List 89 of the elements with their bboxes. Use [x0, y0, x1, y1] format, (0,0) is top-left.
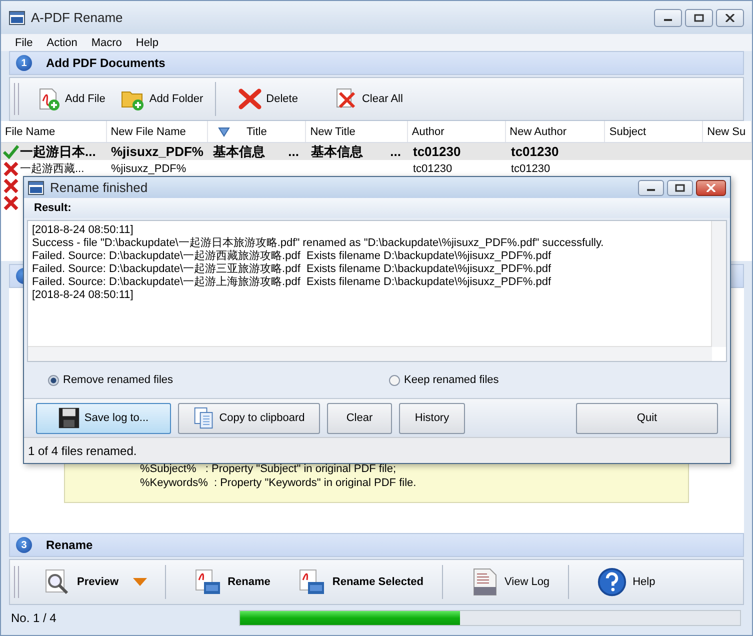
dialog-button[interactable]: Clear	[327, 402, 392, 434]
pdf-rename-icon	[194, 568, 222, 596]
dialog-button[interactable]: Quit	[576, 402, 718, 434]
help-icon	[596, 567, 627, 597]
ellipsis-text: ...	[390, 144, 401, 159]
toolbar-button[interactable]: Help	[582, 565, 670, 599]
maximize-button[interactable]	[685, 8, 713, 26]
table-cell: tc01230	[511, 162, 550, 174]
log-line: Failed. Source: D:\backupdate\一起游西藏旅游攻略.pdf Exists filename D:\backupdate\%jisuxz_PDF%.pdf	[32, 250, 552, 263]
radio-button[interactable]	[48, 374, 59, 386]
status-text: No. 1 / 4	[11, 611, 58, 625]
column-header[interactable]: Title	[208, 121, 306, 142]
horizontal-scrollbar[interactable]	[28, 346, 712, 361]
toolbar-button[interactable]: Rename Selected	[284, 565, 438, 599]
close-button[interactable]	[716, 8, 744, 26]
dialog-title: Rename finished	[50, 180, 148, 195]
delete-icon	[238, 87, 262, 111]
section-title: Add PDF Documents	[46, 56, 166, 70]
log-line: Success - file "D:\backupdate\一起游日本旅游攻略.pdf" renamed as "D:\backupdate\%jisuxz_PDF%.pdf" successfully.	[32, 237, 604, 250]
toolbar-button[interactable]: Add File	[29, 82, 114, 116]
table-cell: tc01230	[413, 144, 461, 159]
dropdown-arrow-icon	[132, 577, 147, 587]
log-line: Failed. Source: D:\backupdate\一起游三亚旅游攻略.pdf Exists filename D:\backupdate\%jisuxz_PDF%.pdf	[32, 263, 552, 276]
radio-option[interactable]: Remove renamed files	[48, 374, 389, 386]
column-header[interactable]: Subject	[605, 121, 704, 142]
table-cell: %jisuxz_PDF%	[111, 144, 204, 159]
dialog-button[interactable]: Copy to clipboard	[178, 402, 320, 434]
note-text: %Keywords% : Property "Keywords" in original PDF file.	[140, 476, 418, 490]
toolbar-button[interactable]: View Log	[456, 565, 564, 599]
pdf-add-icon	[37, 87, 61, 111]
column-header[interactable]: New Title	[306, 121, 408, 142]
radio-button[interactable]	[389, 374, 400, 386]
toolbar-button[interactable]: Preview	[29, 565, 161, 599]
error-cross-icon	[3, 162, 19, 176]
result-label: Result:	[24, 198, 730, 218]
ellipsis-text: ...	[288, 144, 299, 159]
clear-icon	[334, 87, 358, 111]
log-line: [2018-8-24 08:50:11]	[32, 289, 134, 302]
dialog-button[interactable]: Save log to...	[36, 402, 171, 434]
magnifier-icon	[43, 568, 71, 596]
vertical-scrollbar[interactable]	[711, 221, 726, 347]
sort-arrow-icon	[218, 126, 230, 136]
log-line: [2018-8-24 08:50:11]	[32, 224, 134, 237]
maximize-button[interactable]	[667, 180, 693, 196]
log-line: Failed. Source: D:\backupdate\一起游上海旅游攻略.pdf Exists filename D:\backupdate\%jisuxz_PDF%.pdf	[32, 276, 552, 289]
step-number: 3	[16, 537, 32, 553]
column-header[interactable]: New Author	[506, 121, 606, 142]
column-header[interactable]: File Name	[1, 121, 107, 142]
log-area[interactable]	[27, 220, 727, 362]
toolbar-button[interactable]: Rename	[180, 565, 284, 599]
window-title: A-PDF Rename	[31, 10, 123, 25]
copy-icon	[193, 407, 216, 429]
step-number: 1	[16, 55, 32, 71]
radio-option[interactable]: Keep renamed files	[389, 374, 730, 386]
app-icon	[9, 10, 25, 24]
error-cross-icon	[3, 178, 19, 192]
pdf-rename-icon	[298, 568, 326, 596]
menu-item[interactable]: Help	[136, 36, 158, 48]
minimize-button[interactable]	[654, 8, 682, 26]
log-file-icon	[470, 568, 498, 596]
close-icon	[706, 184, 716, 192]
menu-item[interactable]: Macro	[91, 36, 122, 48]
dialog-button[interactable]: History	[399, 402, 465, 434]
toolbar-button[interactable]: Add Folder	[113, 82, 212, 116]
toolbar-button[interactable]: Delete	[230, 82, 306, 116]
table-cell: 基本信息	[213, 142, 265, 160]
error-cross-icon	[3, 196, 19, 210]
app-icon	[28, 180, 44, 194]
minimize-button[interactable]	[638, 180, 664, 196]
check-icon	[3, 144, 19, 158]
table-cell: %jisuxz_PDF%	[111, 162, 186, 174]
table-cell: 一起游日本...	[20, 142, 96, 160]
close-icon	[725, 14, 735, 22]
table-cell: 基本信息	[311, 142, 363, 160]
table-cell: tc01230	[413, 162, 452, 174]
column-header[interactable]: Author	[408, 121, 506, 142]
menu-item[interactable]: File	[15, 36, 33, 48]
close-button[interactable]	[696, 180, 726, 196]
table-cell-text: 一起游西藏...	[20, 162, 84, 176]
maximize-icon	[694, 14, 704, 22]
column-header[interactable]: New File Name	[106, 121, 208, 142]
note-text: %Subject% : Property "Subject" in original PDF file;	[140, 462, 398, 476]
menu-item[interactable]: Action	[46, 36, 78, 48]
table-cell: tc01230	[511, 144, 559, 159]
maximize-icon	[675, 184, 685, 192]
dialog-status-text: 1 of 4 files renamed.	[24, 437, 730, 463]
section-title: Rename	[46, 538, 93, 552]
toolbar-button[interactable]: Clear All	[326, 82, 411, 116]
column-header[interactable]: New Su	[703, 121, 752, 142]
